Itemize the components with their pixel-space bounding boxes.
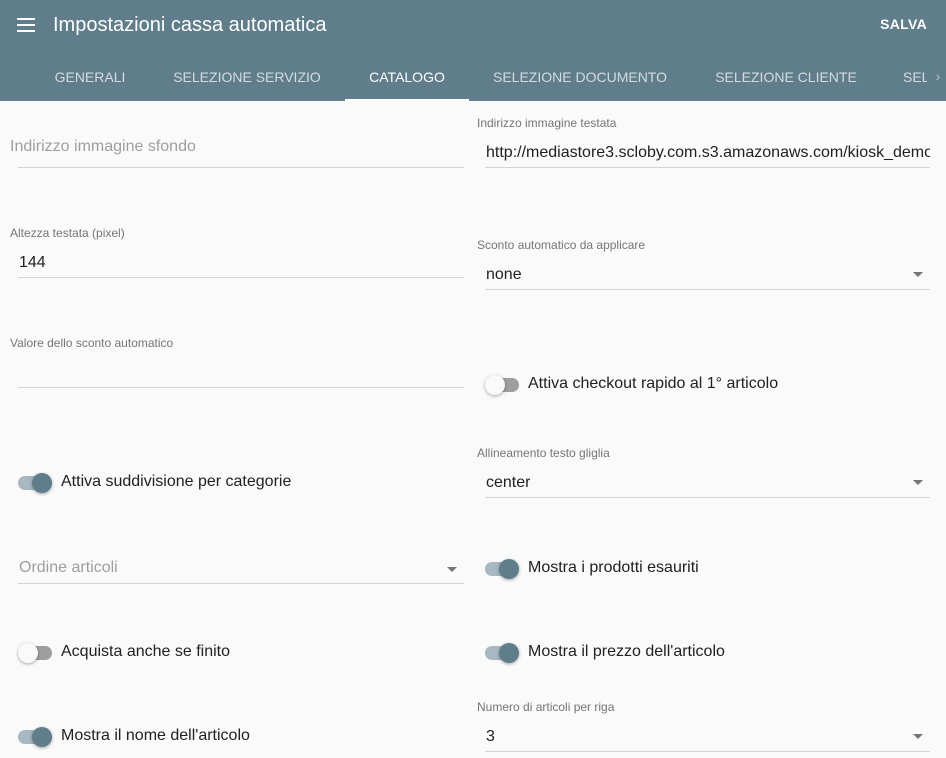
field-underline xyxy=(485,167,930,168)
header-height-value: 144 xyxy=(19,254,46,271)
buy-when-finished-label: Acquista anche se finito xyxy=(61,643,230,660)
show-item-name-toggle[interactable]: Mostra il nome dell'articolo xyxy=(18,727,438,747)
show-sold-out-label: Mostra i prodotti esauriti xyxy=(528,559,699,576)
field-underline xyxy=(485,289,930,290)
chevron-down-icon xyxy=(913,734,923,739)
menu-icon[interactable] xyxy=(17,17,37,33)
auto-discount-value-label: Valore dello sconto automatico xyxy=(10,336,174,350)
field-underline xyxy=(485,497,930,498)
items-per-row-label: Numero di articoli per riga xyxy=(477,700,615,714)
field-underline xyxy=(18,583,464,584)
field-underline xyxy=(18,387,464,388)
toggle-thumb xyxy=(18,643,38,663)
header-image-value: http://mediastore3.scloby.com.s3.amazona… xyxy=(486,144,930,161)
items-order-select[interactable]: Ordine articoli xyxy=(10,552,464,586)
auto-discount-select[interactable]: Sconto automatico da applicare none xyxy=(477,237,930,292)
chevron-down-icon xyxy=(913,480,923,485)
buy-when-finished-toggle[interactable]: Acquista anche se finito xyxy=(18,643,438,663)
quick-checkout-label: Attiva checkout rapido al 1° articolo xyxy=(528,375,779,392)
items-order-placeholder: Ordine articoli xyxy=(19,559,118,576)
quick-checkout-toggle[interactable]: Attiva checkout rapido al 1° articolo xyxy=(485,375,905,395)
grid-text-align-select[interactable]: Allineamento testo gliglia center xyxy=(477,445,930,500)
grid-text-align-value: center xyxy=(486,474,531,491)
header-image-field[interactable]: Indirizzo immagine testata http://medias… xyxy=(477,115,930,170)
show-item-price-label: Mostra il prezzo dell'articolo xyxy=(528,643,725,660)
background-image-field[interactable]: Indirizzo immagine sfondo xyxy=(10,130,464,170)
auto-discount-label: Sconto automatico da applicare xyxy=(477,238,646,252)
header-height-label: Altezza testata (pixel) xyxy=(10,226,125,240)
toggle-thumb xyxy=(499,643,519,663)
chevron-down-icon xyxy=(447,567,457,572)
tab-selezione-cliente[interactable]: SELEZIONE CLIENTE xyxy=(696,53,876,101)
tab-generali[interactable]: GENERALI xyxy=(34,53,146,101)
header-height-field[interactable]: Altezza testata (pixel) 144 xyxy=(10,225,464,280)
category-split-label: Attiva suddivisione per categorie xyxy=(61,473,292,490)
tab-catalogo[interactable]: CATALOGO xyxy=(345,53,469,101)
show-item-price-toggle[interactable]: Mostra il prezzo dell'articolo xyxy=(485,643,905,663)
field-underline xyxy=(485,751,930,752)
show-item-name-label: Mostra il nome dell'articolo xyxy=(61,727,250,744)
toggle-thumb xyxy=(485,375,505,395)
items-per-row-select[interactable]: Numero di articoli per riga 3 xyxy=(477,699,930,754)
chevron-down-icon xyxy=(913,272,923,277)
header-image-label: Indirizzo immagine testata xyxy=(477,116,617,130)
background-image-placeholder: Indirizzo immagine sfondo xyxy=(10,138,196,155)
toggle-thumb xyxy=(32,727,52,747)
tab-selezione-servizio[interactable]: SELEZIONE SERVIZIO xyxy=(152,53,342,101)
toggle-thumb xyxy=(499,559,519,579)
category-split-toggle[interactable]: Attiva suddivisione per categorie xyxy=(18,473,438,493)
tabs-scroll-right-icon[interactable]: › xyxy=(930,53,946,101)
toggle-thumb xyxy=(32,473,52,493)
page-title: Impostazioni cassa automatica xyxy=(53,14,327,36)
field-underline xyxy=(18,167,464,168)
tab-selezione-documento[interactable]: SELEZIONE DOCUMENTO xyxy=(476,53,684,101)
items-per-row-value: 3 xyxy=(486,728,495,745)
field-underline xyxy=(18,277,464,278)
tab-partial[interactable]: SEL xyxy=(903,53,927,101)
show-sold-out-toggle[interactable]: Mostra i prodotti esauriti xyxy=(485,559,905,579)
grid-text-align-label: Allineamento testo gliglia xyxy=(477,446,610,460)
auto-discount-value: none xyxy=(486,266,522,283)
save-button[interactable]: SALVA xyxy=(880,16,927,32)
auto-discount-value-field[interactable]: Valore dello sconto automatico xyxy=(10,335,464,390)
top-toolbar: Impostazioni cassa automatica SALVA GENE… xyxy=(0,0,946,101)
tab-bar: GENERALI SELEZIONE SERVIZIO CATALOGO SEL… xyxy=(0,53,946,101)
